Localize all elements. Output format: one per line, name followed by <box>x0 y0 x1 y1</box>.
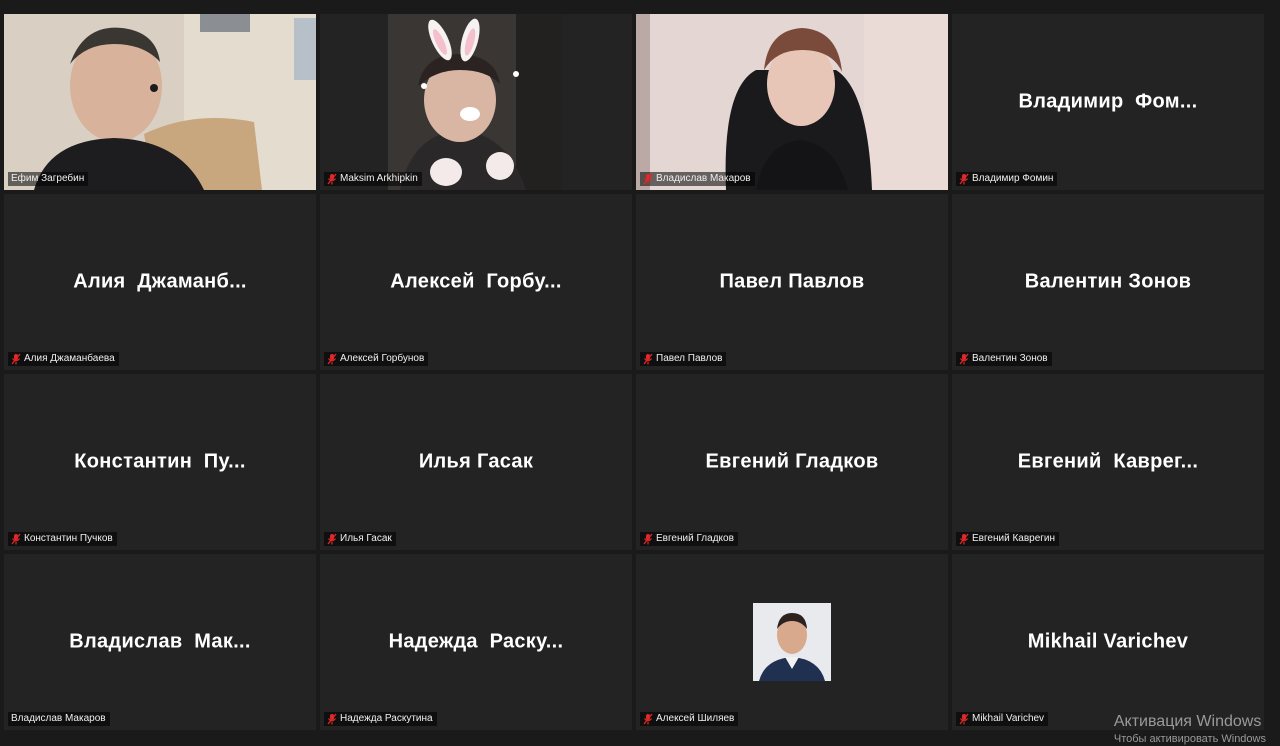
participant-name: Алексей Шиляев <box>656 713 735 724</box>
participant-name-label: Надежда Раскутина <box>324 712 437 726</box>
participant-tile[interactable]: Mikhail Varichev Mikhail Varichev <box>952 554 1264 730</box>
participant-name: Валентин Зонов <box>972 353 1048 364</box>
participant-tile[interactable]: Владислав Макаров <box>636 14 948 190</box>
participant-name: Павел Павлов <box>656 353 723 364</box>
participant-name: Константин Пучков <box>24 533 113 544</box>
participant-display-name: Евгений Кавpег... <box>1017 450 1199 473</box>
muted-mic-icon <box>959 713 969 725</box>
participant-display-name: Алия Джаманб... <box>73 270 247 293</box>
watermark-subtitle: Чтобы активировать Windows <box>1113 733 1266 745</box>
participant-name: Надежда Раскутина <box>340 713 433 724</box>
participant-tile[interactable]: Владимир Фом... Владимир Фомин <box>952 14 1264 190</box>
participant-name-label: Владимир Фомин <box>956 172 1058 186</box>
participant-name-label: Павел Павлов <box>640 352 727 366</box>
participant-name-label: Ефим Загребин <box>8 172 89 186</box>
participant-name-label: Maksim Arkhipkin <box>324 172 422 186</box>
participant-display-name: Алексей Горбу... <box>390 270 562 293</box>
participant-name: Алексей Горбунов <box>340 353 425 364</box>
participant-name: Евгений Гладков <box>656 533 734 544</box>
participant-tile[interactable]: Илья Гасак Илья Гасак <box>320 374 632 550</box>
muted-mic-icon <box>959 353 969 365</box>
participant-name-label: Алия Джаманбаева <box>8 352 119 366</box>
muted-mic-icon <box>327 533 337 545</box>
participant-tile[interactable]: Евгений Кавpег... Евгений Кавpегин <box>952 374 1264 550</box>
participant-display-name: Константин Пу... <box>74 450 246 473</box>
participant-name: Владислав Макаров <box>11 713 106 724</box>
participant-name: Maksim Arkhipkin <box>340 173 418 184</box>
participant-display-name: Илья Гасак <box>418 450 534 473</box>
profile-photo <box>753 603 831 681</box>
watermark-title: Активация Windows <box>1113 713 1262 730</box>
participant-name: Ефим Загребин <box>11 173 85 184</box>
participant-name: Евгений Кавpегин <box>972 533 1056 544</box>
participant-name-label: Mikhail Varichev <box>956 712 1049 726</box>
participant-tile[interactable]: Валентин Зонов Валентин Зонов <box>952 194 1264 370</box>
participant-tile[interactable]: Константин Пу... Константин Пучков <box>4 374 316 550</box>
participant-tile[interactable]: Ефим Загребин <box>4 14 316 190</box>
muted-mic-icon <box>643 713 653 725</box>
muted-mic-icon <box>11 533 21 545</box>
muted-mic-icon <box>959 533 969 545</box>
participant-tile[interactable]: Алексей Горбу... Алексей Горбунов <box>320 194 632 370</box>
participant-tile[interactable]: Надежда Раску... Надежда Раскутина <box>320 554 632 730</box>
participant-video <box>4 14 316 190</box>
participant-display-name: Владислав Мак... <box>69 630 251 653</box>
participant-name: Владислав Макаров <box>656 173 751 184</box>
participant-name-label: Алексей Горбунов <box>324 352 429 366</box>
participant-name-label: Алексей Шиляев <box>640 712 739 726</box>
participant-name-label: Константин Пучков <box>8 532 117 546</box>
participant-name-label: Евгений Гладков <box>640 532 738 546</box>
participant-display-name: Mikhail Varichev <box>1027 630 1189 653</box>
participant-name-label: Илья Гасак <box>324 532 396 546</box>
participant-name-label: Владислав Макаров <box>8 712 110 726</box>
participant-name-label: Валентин Зонов <box>956 352 1052 366</box>
participant-display-name: Павел Павлов <box>719 270 865 293</box>
participant-display-name: Евгений Гладков <box>705 450 879 473</box>
muted-mic-icon <box>643 173 653 185</box>
participant-name: Mikhail Varichev <box>972 713 1045 724</box>
participant-display-name: Владимир Фом... <box>1018 90 1198 113</box>
participant-tile[interactable]: Maksim Arkhipkin <box>320 14 632 190</box>
windows-activation-watermark: Активация Windows Чтобы активировать Win… <box>1114 712 1266 746</box>
muted-mic-icon <box>959 173 969 185</box>
video-gallery: Ефим Загребин Maksim Arkhipkin Владислав… <box>4 14 1270 732</box>
participant-name: Владимир Фомин <box>972 173 1054 184</box>
participant-name: Илья Гасак <box>340 533 392 544</box>
muted-mic-icon <box>327 173 337 185</box>
participant-video <box>636 14 948 190</box>
participant-tile[interactable]: Алия Джаманб... Алия Джаманбаева <box>4 194 316 370</box>
participant-tile[interactable]: Алексей Шиляев <box>636 554 948 730</box>
muted-mic-icon <box>11 353 21 365</box>
participant-display-name: Валентин Зонов <box>1024 270 1192 293</box>
participant-tile[interactable]: Евгений Гладков Евгений Гладков <box>636 374 948 550</box>
participant-tile[interactable]: Павел Павлов Павел Павлов <box>636 194 948 370</box>
muted-mic-icon <box>327 713 337 725</box>
muted-mic-icon <box>643 353 653 365</box>
participant-name: Алия Джаманбаева <box>24 353 115 364</box>
participant-display-name: Надежда Раску... <box>388 630 564 653</box>
participant-name-label: Владислав Макаров <box>640 172 755 186</box>
muted-mic-icon <box>327 353 337 365</box>
participant-name-label: Евгений Кавpегин <box>956 532 1060 546</box>
participant-tile[interactable]: Владислав Мак... Владислав Макаров <box>4 554 316 730</box>
muted-mic-icon <box>643 533 653 545</box>
participant-video <box>320 14 632 190</box>
